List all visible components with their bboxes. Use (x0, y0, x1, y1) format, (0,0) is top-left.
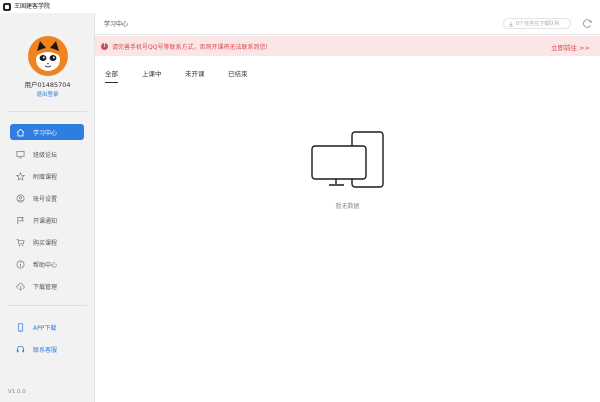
download-queue-indicator[interactable]: 0个任务在下载队列 (503, 18, 571, 29)
sidebar-item-label: 帮助中心 (33, 261, 58, 269)
version-label: V1.0.0 (8, 389, 26, 395)
sidebar-item-download-manager[interactable]: 下载管理 (10, 278, 84, 294)
tab-ended[interactable]: 已结束 (228, 68, 248, 82)
tab-not-started[interactable]: 未开课 (185, 68, 205, 82)
go-now-link[interactable]: 立即前往 >> (551, 42, 590, 52)
cloud-download-icon (16, 282, 25, 291)
sidebar-item-learning-center[interactable]: 学习中心 (10, 124, 84, 140)
page-title: 学习中心 (104, 21, 129, 28)
course-tabs: 全部 上课中 未开课 已结束 (95, 66, 600, 86)
sidebar: 用户01485704 退出登录 学习中心 班级论坛 附赠课程 账号设置 开课通知 (0, 13, 95, 402)
sidebar-item-label: 购买课程 (33, 239, 58, 247)
header: 学习中心 0个任务在下载队列 (95, 13, 600, 35)
refresh-icon[interactable] (582, 18, 593, 29)
flag-icon (16, 216, 25, 225)
phone-icon (16, 322, 25, 332)
logout-link[interactable]: 退出登录 (0, 90, 95, 98)
empty-computer-icon (311, 131, 384, 188)
info-icon (16, 260, 25, 269)
sidebar-item-label: APP下载 (33, 324, 57, 332)
app-logo-icon (3, 2, 11, 11)
sidebar-item-label: 账号设置 (33, 195, 58, 203)
avatar[interactable] (28, 36, 68, 76)
cat-avatar-icon (36, 41, 60, 71)
sidebar-item-contact-support[interactable]: 联系客服 (10, 341, 84, 357)
tab-in-progress[interactable]: 上课中 (142, 68, 162, 82)
sidebar-item-account-settings[interactable]: 账号设置 (10, 190, 84, 206)
username: 用户01485704 (24, 81, 71, 89)
monitor-icon (16, 150, 25, 159)
sidebar-divider (8, 111, 87, 112)
empty-state-text: 暂无数据 (335, 203, 360, 210)
tab-all[interactable]: 全部 (105, 68, 118, 83)
sidebar-item-label: 下载管理 (33, 283, 58, 291)
user-icon (16, 194, 25, 203)
home-icon (16, 128, 25, 137)
app-title: 王国建客学院 (14, 3, 51, 10)
sidebar-item-app-download[interactable]: APP下载 (10, 319, 84, 335)
sidebar-divider (8, 305, 87, 306)
download-queue-text: 0个任务在下载队列 (516, 21, 560, 27)
sidebar-item-course-notice[interactable]: 开课通知 (10, 212, 84, 228)
star-icon (16, 171, 25, 181)
sidebar-item-label: 学习中心 (33, 129, 58, 137)
sidebar-item-label: 班级论坛 (33, 151, 58, 159)
sidebar-item-class-forum[interactable]: 班级论坛 (10, 146, 84, 162)
sidebar-item-label: 联系客服 (33, 346, 58, 354)
headset-icon (16, 345, 25, 354)
warning-icon: ! (101, 42, 108, 50)
alert-message: 请完善手机号QQ号等联系方式，否则开课将无法联系到您! (112, 43, 268, 51)
sidebar-item-help-center[interactable]: 帮助中心 (10, 256, 84, 272)
main-content: 学习中心 0个任务在下载队列 ! 请完善手机号QQ号等联系方式，否则开课将无法联… (95, 13, 600, 402)
cart-icon (16, 238, 25, 247)
profile-alert-banner: ! 请完善手机号QQ号等联系方式，否则开课将无法联系到您! 立即前往 >> (95, 36, 600, 56)
title-bar: 王国建客学院 (0, 0, 600, 13)
sidebar-item-buy-courses[interactable]: 购买课程 (10, 234, 84, 250)
sidebar-item-label: 附赠课程 (33, 173, 58, 181)
download-icon (508, 21, 514, 27)
sidebar-item-bonus-courses[interactable]: 附赠课程 (10, 168, 84, 184)
sidebar-item-label: 开课通知 (33, 217, 58, 225)
